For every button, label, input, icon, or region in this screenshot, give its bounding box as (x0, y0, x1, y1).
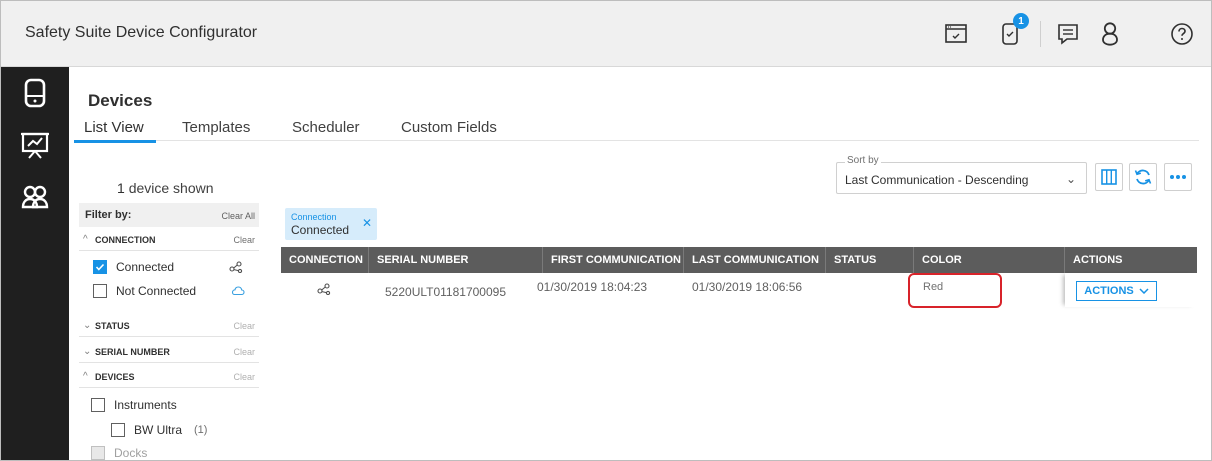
sort-by-label: Sort by (845, 155, 881, 166)
chip-value: Connected (291, 223, 350, 237)
sort-by-value: Last Communication - Descending (845, 173, 1029, 187)
active-filter-chip[interactable]: Connection Connected ✕ (285, 208, 377, 240)
cloud-offline-icon (231, 285, 245, 297)
header-separator (1040, 21, 1041, 47)
actions-dropdown-button[interactable]: ACTIONS (1076, 281, 1157, 301)
filter-panel: Filter by: Clear All ^ CONNECTION Clear … (79, 203, 259, 460)
device-count: 1 device shown (117, 180, 214, 196)
section-label: STATUS (95, 321, 130, 331)
docks-checkbox (91, 446, 105, 460)
not-connected-checkbox[interactable] (93, 284, 107, 298)
filter-option-bw-ultra[interactable]: BW Ultra (1) (111, 421, 207, 439)
device-count-number: 1 (117, 180, 125, 196)
actions-cell: ACTIONS (1065, 273, 1197, 307)
chevron-down-icon: ⌄ (83, 320, 92, 331)
chevron-down-icon (1139, 288, 1149, 294)
section-label: DEVICES (95, 372, 135, 382)
filter-by-label: Filter by: (85, 209, 132, 221)
filter-option-instruments[interactable]: Instruments (91, 396, 177, 414)
chevron-up-icon: ^ (83, 234, 88, 245)
option-label: Connected (116, 260, 175, 274)
filter-option-connected[interactable]: Connected (93, 258, 174, 276)
column-header-status[interactable]: STATUS (826, 247, 914, 273)
filter-option-docks: Docks (91, 444, 148, 460)
section-label: CONNECTION (95, 235, 156, 245)
column-header-connection[interactable]: CONNECTION (281, 247, 369, 273)
chip-category: Connection (291, 212, 337, 222)
left-rail (1, 67, 69, 460)
table-row[interactable]: 5220ULT01181700095 01/30/2019 18:04:23 0… (281, 273, 1197, 307)
filter-section-status[interactable]: ⌄ STATUS Clear (79, 315, 259, 337)
connected-icon (317, 283, 331, 298)
users-group-icon[interactable] (1, 171, 69, 223)
column-header-actions: ACTIONS (1073, 254, 1123, 266)
chart-presentation-icon[interactable] (1, 119, 69, 171)
browser-window-icon[interactable] (941, 19, 971, 49)
filter-section-serial-number[interactable]: ⌄ SERIAL NUMBER Clear (79, 341, 259, 363)
option-label: Instruments (114, 398, 177, 412)
column-header-serial-number[interactable]: SERIAL NUMBER (369, 247, 543, 273)
more-options-icon[interactable] (1164, 163, 1192, 191)
color-cell-highlight (908, 273, 1002, 308)
connected-icon (229, 261, 243, 273)
filter-section-devices[interactable]: ^ DEVICES Clear (79, 366, 259, 388)
remove-filter-icon[interactable]: ✕ (362, 216, 372, 230)
cell-last-communication: 01/30/2019 18:06:56 (692, 280, 803, 294)
actions-label: ACTIONS (1084, 285, 1134, 297)
instruments-checkbox[interactable] (91, 398, 105, 412)
filter-option-not-connected[interactable]: Not Connected (93, 282, 196, 300)
clear-devices-link[interactable]: Clear (233, 372, 255, 382)
device-notification-icon[interactable]: 1 (995, 13, 1029, 49)
cell-serial-number: 5220ULT01181700095 (385, 285, 506, 299)
clear-serial-link[interactable]: Clear (233, 347, 255, 357)
connected-checkbox[interactable] (93, 260, 107, 274)
user-icon[interactable] (1095, 19, 1125, 49)
clear-connection-link[interactable]: Clear (233, 235, 255, 245)
chevron-up-icon: ^ (83, 371, 88, 382)
section-label: SERIAL NUMBER (95, 347, 170, 357)
columns-icon[interactable] (1095, 163, 1123, 191)
option-count: (1) (194, 424, 208, 436)
sort-by-select[interactable]: Sort by Last Communication - Descending … (836, 155, 1087, 194)
cell-first-communication: 01/30/2019 18:04:23 (537, 280, 648, 294)
help-icon[interactable] (1167, 19, 1197, 49)
chat-icon[interactable] (1053, 19, 1083, 49)
column-header-first-communication[interactable]: FIRST COMMUNICATION (543, 247, 684, 273)
option-label: Docks (114, 446, 148, 460)
filter-section-connection[interactable]: ^ CONNECTION Clear (79, 229, 259, 251)
option-label: BW Ultra (134, 423, 182, 437)
option-label: Not Connected (116, 284, 197, 298)
refresh-icon[interactable] (1129, 163, 1157, 191)
clear-all-link[interactable]: Clear All (221, 211, 255, 221)
clear-status-link[interactable]: Clear (233, 321, 255, 331)
chevron-down-icon: ⌄ (83, 346, 92, 357)
page-title: Devices (88, 91, 153, 110)
app-window: Safety Suite Device Configurator 1 Devic… (0, 0, 1212, 461)
tab-custom-fields[interactable]: Custom Fields (401, 119, 497, 136)
top-bar: Safety Suite Device Configurator 1 (1, 1, 1211, 67)
filter-header: Filter by: Clear All (79, 203, 259, 227)
tab-scheduler[interactable]: Scheduler (292, 119, 360, 136)
column-header-color[interactable]: COLOR (914, 247, 1065, 273)
app-title: Safety Suite Device Configurator (25, 24, 258, 41)
tab-bar: List View Templates Scheduler Custom Fie… (74, 113, 1199, 143)
column-header-last-communication[interactable]: LAST COMMUNICATION (684, 247, 826, 273)
chevron-down-icon: ⌄ (1065, 172, 1076, 186)
active-tab-indicator (74, 140, 156, 143)
table-header: CONNECTION SERIAL NUMBER FIRST COMMUNICA… (281, 247, 1197, 273)
tab-list-view[interactable]: List View (84, 119, 144, 136)
tab-templates[interactable]: Templates (182, 119, 250, 136)
device-icon[interactable] (1, 67, 69, 119)
bw-ultra-checkbox[interactable] (111, 423, 125, 437)
device-count-label: device shown (128, 180, 214, 196)
notification-badge: 1 (1013, 13, 1029, 29)
